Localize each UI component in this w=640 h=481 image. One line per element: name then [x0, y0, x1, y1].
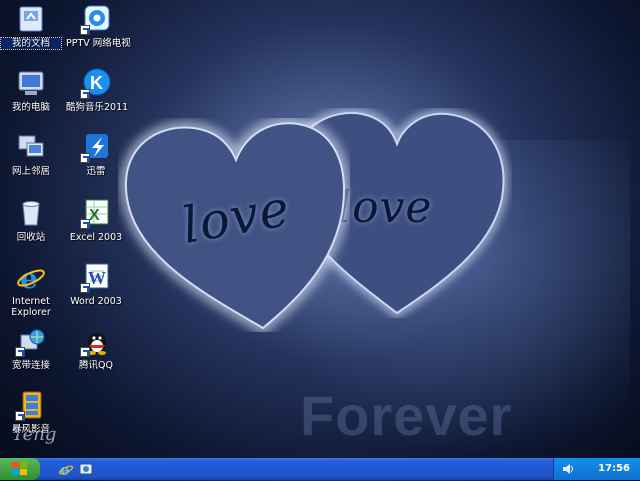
- my-documents-icon: [15, 3, 47, 35]
- desktop-icon-qq[interactable]: 腾讯QQ: [66, 325, 126, 371]
- shortcut-arrow-icon: [80, 25, 90, 35]
- network-icon: [15, 131, 47, 163]
- desktop-icon-baofeng[interactable]: 暴风影音: [1, 389, 61, 435]
- shortcut-arrow-icon: [80, 153, 90, 163]
- taskbar: e 17:56: [0, 458, 640, 480]
- desktop-icon-internet-explorer[interactable]: e Internet Explorer: [1, 261, 61, 318]
- desktop-icon-broadband[interactable]: 宽带连接: [1, 325, 61, 371]
- desktop-icon-kugou[interactable]: K 酷狗音乐2011: [66, 67, 129, 113]
- windows-logo-icon: [12, 462, 27, 475]
- desktop-icon-excel[interactable]: X Excel 2003: [66, 197, 126, 243]
- shortcut-arrow-icon: [15, 411, 25, 421]
- desktop-icon-label: 我的文档: [0, 37, 62, 50]
- desktop-icon-label: 宽带连接: [11, 360, 50, 371]
- shortcut-arrow-icon: [80, 89, 90, 99]
- desktop-icon-label: Excel 2003: [69, 232, 123, 243]
- system-tray: 17:56: [553, 458, 640, 480]
- shortcut-arrow-icon: [15, 347, 25, 357]
- desktop-icon-pptv[interactable]: PPTV 网络电视: [66, 3, 131, 49]
- svg-text:W: W: [88, 268, 106, 288]
- quicklaunch-ie-icon[interactable]: e: [58, 461, 74, 479]
- shortcut-arrow-icon: [80, 219, 90, 229]
- desktop[interactable]: love love Forever Teng 我的文档 我的电脑 网上邻居 回收…: [0, 0, 640, 458]
- thunder-icon: [80, 131, 112, 163]
- desktop-icon-label: 迅雷: [86, 166, 106, 177]
- kugou-icon: K: [80, 67, 112, 99]
- shortcut-arrow-icon: [80, 283, 90, 293]
- quicklaunch-show-desktop-icon[interactable]: [78, 461, 94, 477]
- word-icon: W: [80, 261, 112, 293]
- desktop-icon-thunder[interactable]: 迅雷: [66, 131, 126, 177]
- my-computer-icon: [15, 67, 47, 99]
- desktop-icon-label: 网上邻居: [11, 166, 50, 177]
- excel-icon: X: [80, 197, 112, 229]
- taskbar-clock[interactable]: 17:56: [598, 463, 630, 474]
- pptv-icon: [80, 3, 112, 35]
- heart-right-text: love: [337, 182, 433, 233]
- desktop-icon-label: 回收站: [16, 232, 46, 243]
- start-button[interactable]: [0, 458, 40, 480]
- volume-icon[interactable]: [560, 461, 576, 477]
- desktop-icon-label: Word 2003: [70, 296, 122, 307]
- desktop-icon-label: 腾讯QQ: [79, 360, 113, 371]
- broadband-icon: [15, 325, 47, 357]
- desktop-icon-label: 暴风影音: [11, 424, 50, 435]
- shortcut-arrow-icon: [80, 347, 90, 357]
- qq-icon: [80, 325, 112, 357]
- desktop-icon-my-computer[interactable]: 我的电脑: [1, 67, 61, 113]
- desktop-icon-label: 酷狗音乐2011: [66, 102, 129, 113]
- desktop-icon-label: 我的电脑: [11, 102, 50, 113]
- desktop-icon-my-documents[interactable]: 我的文档: [0, 3, 62, 50]
- baofeng-icon: [15, 389, 47, 421]
- wallpaper-forever-text: Forever: [300, 384, 513, 447]
- desktop-icon-word[interactable]: W Word 2003: [66, 261, 126, 307]
- svg-text:X: X: [89, 207, 100, 224]
- desktop-icon-network[interactable]: 网上邻居: [1, 131, 61, 177]
- svg-text:e: e: [60, 461, 70, 477]
- desktop-icon-recycle-bin[interactable]: 回收站: [1, 197, 61, 243]
- ie-icon: e: [15, 261, 47, 293]
- svg-text:K: K: [90, 73, 103, 93]
- desktop-icon-label: PPTV 网络电视: [66, 38, 131, 49]
- desktop-icon-label: Internet Explorer: [11, 296, 51, 318]
- recycle-bin-icon: [15, 197, 47, 229]
